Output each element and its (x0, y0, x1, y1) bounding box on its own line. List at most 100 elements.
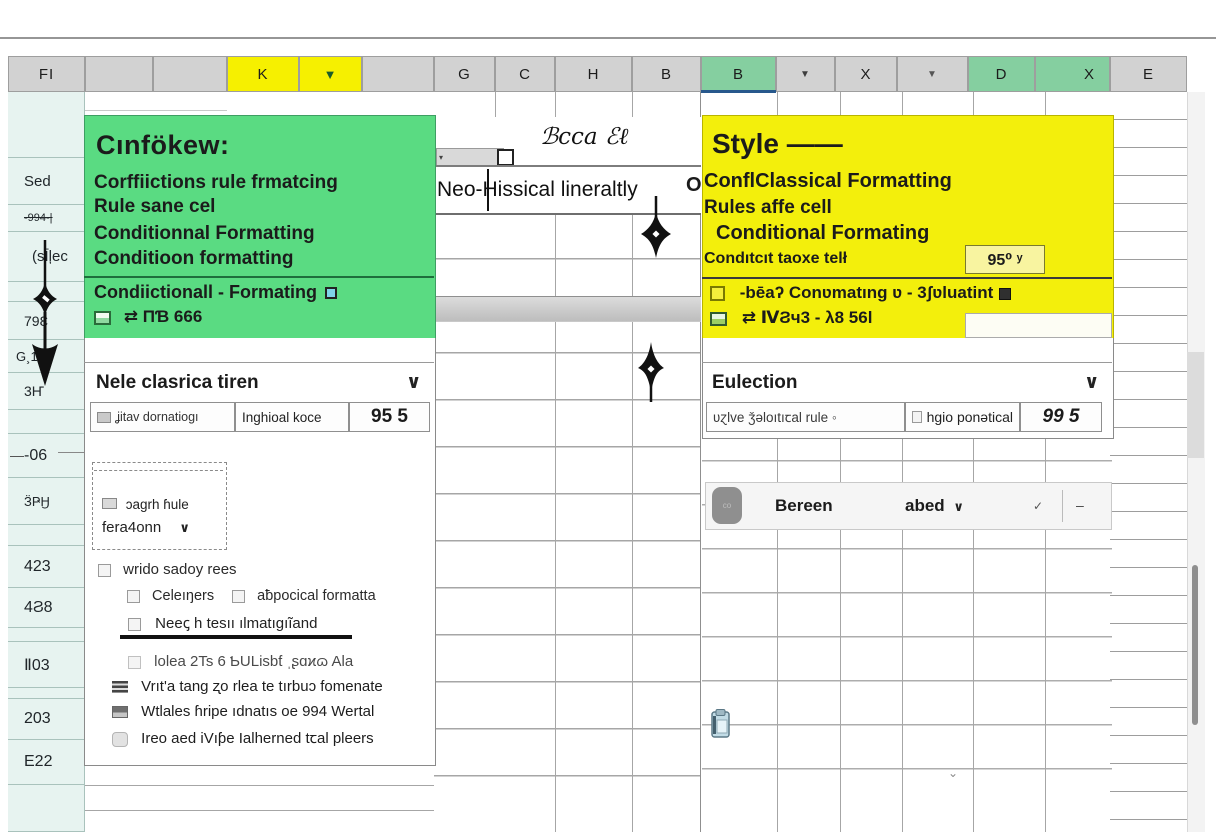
white-patch (965, 313, 1112, 338)
green-panel-line: Conditionnal Formatting (94, 223, 315, 245)
checkbox[interactable] (710, 286, 725, 301)
row-header[interactable]: 203 (8, 699, 85, 740)
align-lines-icon (112, 681, 128, 693)
column-header-e[interactable]: E (1110, 56, 1187, 92)
rule-value-input[interactable]: 95 5 (349, 402, 430, 432)
toolbar-divider (1062, 490, 1063, 522)
row-header[interactable]: 4Ϩ8 (8, 588, 85, 628)
row-header[interactable]: 423 (8, 546, 85, 588)
row-header[interactable] (8, 688, 85, 699)
percent-dropdown[interactable]: 95⁰ ʸ (965, 245, 1045, 274)
column-header-k[interactable]: K (227, 56, 299, 92)
yellow-rule-label: -bēaʔ Conʋmatıng ʋ - 3ʃʋluatint (740, 283, 994, 302)
checkbox-label: wrido sadoy rees (123, 561, 236, 578)
selection-rule-input[interactable]: ʋɀlve ǯǝlоıtıꞇal rule ◦ (706, 402, 905, 432)
chevron-down-icon[interactable]: ∨ (406, 371, 421, 394)
filter-icon[interactable]: ▼ (897, 56, 968, 92)
percent-value: 95⁰ ʸ (987, 250, 1022, 270)
dashed-box-line2[interactable]: fera4onn ∨ (102, 519, 190, 536)
dashed-inner-line (94, 470, 223, 471)
green-icons-row[interactable]: ⇄ ΠƁ 666 (94, 307, 202, 327)
check-mark[interactable]: ✓ (1033, 499, 1043, 513)
selection-underline (701, 90, 776, 93)
filter-icon[interactable]: ▼ (776, 56, 835, 92)
minus-button[interactable]: – (1076, 497, 1084, 513)
yellow-panel-subtitle: Condıtcıt taoxe telł (704, 250, 847, 268)
green-panel-line: Corffiictions rule frmatcing (94, 172, 338, 194)
row-header[interactable]: -994-| (8, 205, 85, 232)
rule-type-input[interactable]: Inghiоal kоce (235, 402, 349, 432)
checkbox[interactable] (98, 564, 111, 577)
checkbox-row[interactable]: Celeıŋers aƀpocical formatta (127, 588, 376, 604)
input-prefix-icon (97, 412, 111, 423)
column-header-b-selected[interactable]: B (701, 56, 776, 92)
table-icon[interactable] (94, 311, 111, 325)
rule-type-value: Inghiоal kоce (242, 410, 322, 425)
column-header-d-selected[interactable]: D (968, 56, 1035, 92)
selection-rule-value: ʋɀlve ǯǝlоıtıꞇal rule ◦ (713, 408, 837, 426)
list-item[interactable]: Ireo aed iVıƥe Ialherned tꞇal pleers (112, 728, 374, 748)
checkbox[interactable] (128, 618, 141, 631)
column-header-g[interactable]: G (434, 56, 495, 92)
yellow-panel-title: Style —— (712, 128, 843, 160)
row-header[interactable] (8, 410, 85, 434)
column-header-h[interactable]: H (555, 56, 632, 92)
checkbox-row[interactable]: Neeꞔ h tesıı ılmatıgıĩand (128, 613, 317, 633)
column-header[interactable] (85, 56, 153, 92)
rule-name-input[interactable]: ʝitаv dornatiogı (90, 402, 235, 432)
row-header[interactable] (8, 628, 85, 642)
list-item-label: Vrıt'a tang ʐo rlea te tırbuɔ fomenate (141, 678, 383, 695)
row-header[interactable]: ӞҎӇ (8, 478, 85, 525)
tiny-arrow-icon: ▾ (439, 153, 443, 162)
collapsed-toolbar-strip[interactable]: ▾▾ (436, 148, 504, 166)
checkbox[interactable] (127, 590, 140, 603)
column-header-fi[interactable]: FI (8, 56, 85, 92)
color-swatch-icon[interactable] (325, 287, 337, 299)
dark-swatch-icon[interactable] (999, 288, 1011, 300)
abed-label: abed (905, 496, 945, 515)
table-icon[interactable] (710, 312, 727, 326)
abed-dropdown[interactable]: abed ∨ (905, 496, 964, 516)
app-icon[interactable]: co (712, 487, 742, 524)
column-header[interactable] (362, 56, 434, 92)
row-header[interactable]: E22 (8, 740, 85, 785)
list-item[interactable]: lolea 2Ts 6 ƄULіsbƭ ˌʂɑϰɷ Ala (128, 653, 353, 670)
rule-value: 95 5 (371, 406, 408, 428)
green-rule-label: Condiictionall - Formating (94, 282, 317, 302)
column-header-b[interactable]: B (632, 56, 701, 92)
checkbox-row[interactable]: wrido sadoy rees (98, 561, 237, 578)
filter-dropdown-icon[interactable]: ▼ (299, 56, 362, 92)
row-header[interactable] (8, 92, 85, 158)
checkbox[interactable] (912, 411, 922, 423)
column-header-x-selected[interactable]: X (1035, 56, 1110, 92)
chevron-down-icon[interactable]: ∨ (179, 520, 190, 535)
yellow-panel-line: ConflClassical Formatting (704, 170, 952, 193)
row-header[interactable]: Ⅱ03 (8, 642, 85, 688)
yellow-rule-row[interactable]: -bēaʔ Conʋmatıng ʋ - 3ʃʋluatint (710, 283, 1011, 303)
row-header[interactable] (8, 525, 85, 546)
green-panel-line: Rule sane cel (94, 196, 215, 218)
list-item[interactable]: Vrıt'a tang ʐo rlea te tırbuɔ fomenate (112, 678, 383, 695)
green-rule-row[interactable]: Condiictionall - Formating (94, 282, 337, 303)
logical-option-input[interactable]: hgio ponǝtical (905, 402, 1020, 432)
clipboard-icon[interactable] (710, 708, 734, 740)
yellow-icons-row[interactable]: ⇄ ⅣϨч3 - λ8 56l (710, 308, 872, 328)
list-item[interactable]: Wtlales ɦripe ıdnatıs oe 994 Wertal (112, 703, 374, 720)
column-header-x[interactable]: X (835, 56, 897, 92)
selection-value-input[interactable]: 99 5 (1020, 402, 1102, 432)
yellow-panel-line: Conditional Formating (716, 222, 929, 245)
faint-glyph: ⌄ (948, 766, 958, 780)
row-header[interactable] (8, 785, 85, 832)
checkbox[interactable] (232, 590, 245, 603)
small-box-icon (102, 498, 117, 509)
grid-rows-e-column (1110, 92, 1188, 832)
column-header-c[interactable]: C (495, 56, 555, 92)
chevron-down-icon[interactable]: ∨ (1084, 371, 1099, 394)
yellow-panel-line: Rules affe cell (704, 197, 832, 219)
scrollbar-thumb-dark[interactable] (1192, 565, 1198, 725)
column-header[interactable] (153, 56, 227, 92)
grid-line (85, 785, 434, 786)
checkbox[interactable] (128, 656, 141, 669)
scrollbar-thumb[interactable] (1187, 352, 1204, 458)
row-header[interactable]: Sed (8, 158, 85, 205)
